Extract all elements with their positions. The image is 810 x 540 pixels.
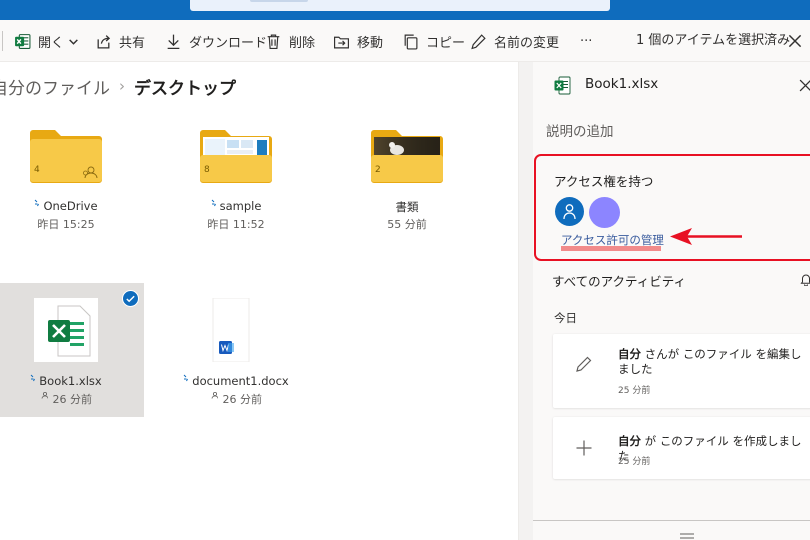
sync-icon [35,199,40,207]
download-button[interactable]: ダウンロード [165,30,267,52]
rename-label: 名前の変更 [494,35,560,51]
person-icon [563,204,576,220]
file-name-label: document1.docx [192,374,289,388]
panel-title: Book1.xlsx [585,76,659,92]
open-label: 開く [38,35,65,51]
file-modified-label: 26 分前 [52,393,93,406]
share-label: 共有 [119,35,146,51]
folder-item-count: 4 [34,165,40,175]
pencil-icon [471,33,486,49]
file-name[interactable]: OneDrive [0,199,138,213]
file-name[interactable]: Book1.xlsx [0,374,138,388]
move-label: 移動 [357,35,384,51]
file-modified: 26 分前 [164,391,308,407]
app-header [0,0,810,20]
access-title: アクセス権を持つ [554,174,654,189]
arrow-annotation-icon [670,228,742,245]
avatar[interactable] [555,197,584,226]
command-bar: 開く 共有 ダウンロード 削除 移動 コピー 名前の変更 ··· 1 個のアイテ… [0,20,810,62]
folder-item-count: 2 [375,165,381,175]
activity-text: 自分 さんが このファイル を編集しました [618,347,802,376]
file-modified: 昨日 11:52 [207,218,265,231]
selection-count: 1 個のアイテムを選択済み [636,33,791,48]
file-name-label: OneDrive [43,199,98,213]
activity-title: すべてのアクティビティ [552,274,687,289]
folder-thumbnail-icon [200,130,272,183]
download-icon [167,34,180,49]
shared-icon [211,391,218,399]
activity-card: 自分 が このファイル を作成しました 25 分前 [553,417,810,479]
plus-icon [576,440,592,456]
shared-icon [41,391,48,399]
download-label: ダウンロード [189,35,268,51]
file-modified-label: 26 分前 [222,393,263,406]
file-tile-documents-folder[interactable]: 2 書類 55 分前 [333,110,477,250]
breadcrumb: 自分のファイル › デスクトップ [0,74,236,99]
file-tile-book1-xlsx[interactable]: Book1.xlsx 26 分前 [0,283,144,417]
copy-button[interactable]: コピー [402,30,465,52]
activity-time: 25 分前 [618,457,651,467]
excel-file-icon [34,298,98,362]
word-file-icon [212,298,250,362]
add-description-button[interactable]: 説明の追加 [546,120,614,140]
file-name-label: Book1.xlsx [39,374,102,388]
file-tile-onedrive[interactable]: 4 OneDrive 昨日 15:25 [0,110,144,250]
sync-icon [211,199,216,207]
open-button[interactable]: 開く [14,30,79,52]
copy-label: コピー [426,35,466,51]
menu-icon[interactable] [678,532,696,540]
sync-icon [30,374,36,382]
share-button[interactable]: 共有 [95,30,145,52]
file-tile-document1-docx[interactable]: document1.docx 26 分前 [162,283,306,417]
copy-icon [404,34,418,50]
folder-shared-icon [30,130,102,183]
scrollbar[interactable] [519,62,533,540]
close-icon[interactable] [799,79,810,92]
more-label: ··· [580,33,593,49]
bell-icon[interactable] [799,272,810,286]
delete-button[interactable]: 削除 [265,30,315,52]
manage-access-link[interactable]: アクセス許可の管理 [561,232,664,248]
chevron-down-icon [69,38,78,45]
pencil-icon [576,356,592,372]
details-panel: Book1.xlsx 説明の追加 アクセス権を持つ アクセス許可の管理 すべての… [533,62,810,540]
checkmark-icon [126,295,135,303]
trash-icon [267,34,280,49]
command-divider [2,31,3,51]
share-icon [97,34,111,49]
file-modified: 55 分前 [387,218,427,231]
activity-date-group: 今日 [554,311,577,325]
avatar[interactable] [589,197,620,228]
move-button[interactable]: 移動 [333,30,383,52]
file-name[interactable]: document1.docx [164,374,308,388]
move-icon [334,36,349,48]
file-modified: 26 分前 [0,391,138,407]
file-tile-sample[interactable]: 8 sample 昨日 11:52 [162,110,306,250]
file-name[interactable]: sample [164,199,308,213]
activity-time: 25 分前 [618,386,651,396]
clear-selection-icon[interactable] [786,32,804,50]
excel-icon [15,33,31,49]
panel-footer-divider [533,520,810,521]
selected-check[interactable] [122,290,139,307]
excel-icon [554,76,571,95]
breadcrumb-my-files[interactable]: 自分のファイル [0,74,110,99]
delete-label: 削除 [289,35,316,51]
sync-icon [183,374,189,382]
breadcrumb-separator: › [119,77,125,95]
file-name[interactable]: 書類 [335,199,479,215]
breadcrumb-desktop: デスクトップ [134,78,236,99]
search-placeholder [250,0,308,2]
search-box[interactable] [190,0,610,11]
activity-card: 自分 さんが このファイル を編集しました 25 分前 [553,334,810,408]
access-section: アクセス権を持つ アクセス許可の管理 [534,154,810,261]
rename-button[interactable]: 名前の変更 [470,30,559,52]
folder-photo-icon [371,130,443,183]
more-button[interactable]: ··· [580,30,592,52]
file-name-label: sample [219,199,262,213]
file-modified: 昨日 15:25 [37,218,95,231]
folder-item-count: 8 [204,165,210,175]
